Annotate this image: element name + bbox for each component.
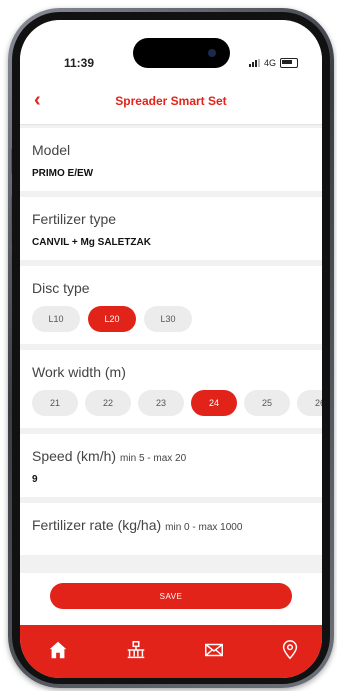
speed-label: Speed (km/h) [32,448,117,464]
disc-option-l10[interactable]: L10 [32,306,80,332]
page-title: Spreader Smart Set [115,94,227,108]
width-option-22[interactable]: 22 [85,390,131,416]
work-width-section: Work width (m) 21 22 23 24 25 26 [20,350,322,428]
width-option-25[interactable]: 25 [244,390,290,416]
disc-type-section: Disc type L10 L20 L30 [20,266,322,344]
app-header: ‹ Spreader Smart Set [20,80,322,125]
nav-location[interactable] [270,637,310,663]
signal-icon [248,59,260,67]
settings-form: Model PRIMO E/EW Fertilizer type CANVIL … [20,128,322,573]
mail-icon [205,643,223,657]
battery-icon [280,58,298,68]
nav-spreader[interactable] [116,637,156,663]
home-icon [49,641,67,659]
speed-label-row: Speed (km/h) min 5 - max 20 [32,448,310,464]
model-value[interactable]: PRIMO E/EW [32,168,310,179]
dynamic-island [133,38,230,68]
camera-icon [208,49,216,57]
model-label: Model [32,142,71,158]
bottom-nav [20,625,322,678]
speed-range: min 5 - max 20 [120,453,187,464]
fertilizer-rate-section: Fertilizer rate (kg/ha) min 0 - max 1000 [20,503,322,555]
width-option-21[interactable]: 21 [32,390,78,416]
fertilizer-rate-label-row: Fertilizer rate (kg/ha) min 0 - max 1000 [32,517,310,533]
save-button[interactable]: SAVE [50,583,292,609]
nav-home[interactable] [38,637,78,663]
fertilizer-type-section: Fertilizer type CANVIL + Mg SALETZAK [20,197,322,260]
spreader-icon [127,641,145,659]
work-width-options: 21 22 23 24 25 26 [32,390,322,416]
width-option-24[interactable]: 24 [191,390,237,416]
location-pin-icon [282,640,298,660]
disc-option-l20[interactable]: L20 [88,306,136,332]
save-area: SAVE [20,573,322,628]
fertilizer-type-value[interactable]: CANVIL + Mg SALETZAK [32,237,310,248]
disc-type-options: L10 L20 L30 [32,306,310,332]
work-width-label: Work width (m) [32,364,126,380]
status-icons: 4G [248,58,298,68]
width-option-23[interactable]: 23 [138,390,184,416]
disc-type-label: Disc type [32,280,90,296]
phone-frame: 11:39 4G ‹ Spreader Smart Set Model PRIM… [8,8,334,688]
width-option-26[interactable]: 26 [297,390,322,416]
model-section: Model PRIMO E/EW [20,128,322,191]
network-type: 4G [263,58,276,68]
fertilizer-rate-range: min 0 - max 1000 [165,522,243,533]
nav-messages[interactable] [194,637,234,663]
fertilizer-type-label: Fertilizer type [32,211,117,227]
speed-section: Speed (km/h) min 5 - max 20 9 [20,434,322,497]
speed-input[interactable]: 9 [32,474,310,485]
fertilizer-rate-label: Fertilizer rate (kg/ha) [32,517,162,533]
status-time: 11:39 [64,56,95,70]
disc-option-l30[interactable]: L30 [144,306,192,332]
screen: 11:39 4G ‹ Spreader Smart Set Model PRIM… [20,20,322,678]
